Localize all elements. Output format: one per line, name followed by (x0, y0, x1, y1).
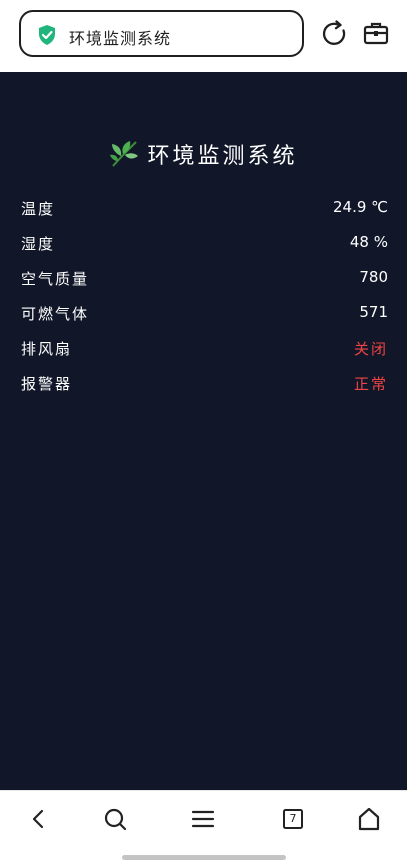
combustible-gas-row: 可燃气体 571 (21, 303, 388, 327)
humidity-value: 48 % (349, 233, 388, 251)
tabs-button[interactable]: 7 (280, 806, 306, 832)
temperature-label: 温度 (21, 200, 56, 218)
exhaust-fan-status: 关闭 (353, 340, 388, 358)
shield-check-icon[interactable] (37, 24, 57, 46)
home-indicator[interactable] (122, 855, 286, 860)
air-quality-row: 空气质量 780 (21, 268, 388, 292)
temperature-value: 24.9 ℃ (332, 198, 388, 216)
combustible-gas-label: 可燃气体 (21, 305, 90, 323)
alarm-label: 报警器 (21, 375, 73, 393)
page-title-text: 环境监测系统 (147, 144, 298, 169)
page-content: 环境监测系统 温度 24.9 ℃ 湿度 48 % 空气质量 780 可燃气体 5… (0, 72, 407, 790)
back-icon[interactable] (26, 806, 52, 832)
temperature-row: 温度 24.9 ℃ (21, 198, 388, 222)
herb-leaf-icon (110, 141, 139, 167)
combustible-gas-value: 571 (359, 303, 388, 321)
menu-icon[interactable] (190, 806, 216, 832)
address-bar[interactable]: 环境监测系统 (19, 10, 304, 57)
air-quality-value: 780 (359, 268, 388, 286)
home-icon[interactable] (356, 806, 382, 832)
address-text[interactable]: 环境监测系统 (69, 25, 171, 49)
humidity-label: 湿度 (21, 235, 56, 253)
air-quality-label: 空气质量 (21, 270, 90, 288)
page-title: 环境监测系统 (0, 138, 407, 170)
exhaust-fan-label: 排风扇 (21, 340, 73, 358)
tab-count: 7 (289, 812, 297, 825)
browser-top-bar: 环境监测系统 (0, 0, 407, 72)
browser-bottom-nav: 7 (0, 790, 407, 866)
alarm-status: 正常 (353, 375, 388, 393)
humidity-row: 湿度 48 % (21, 233, 388, 257)
exhaust-fan-row: 排风扇 关闭 (21, 338, 388, 362)
toolbox-icon[interactable] (362, 20, 390, 48)
reload-icon[interactable] (321, 20, 349, 48)
search-icon[interactable] (102, 806, 128, 832)
alarm-row: 报警器 正常 (21, 373, 388, 397)
